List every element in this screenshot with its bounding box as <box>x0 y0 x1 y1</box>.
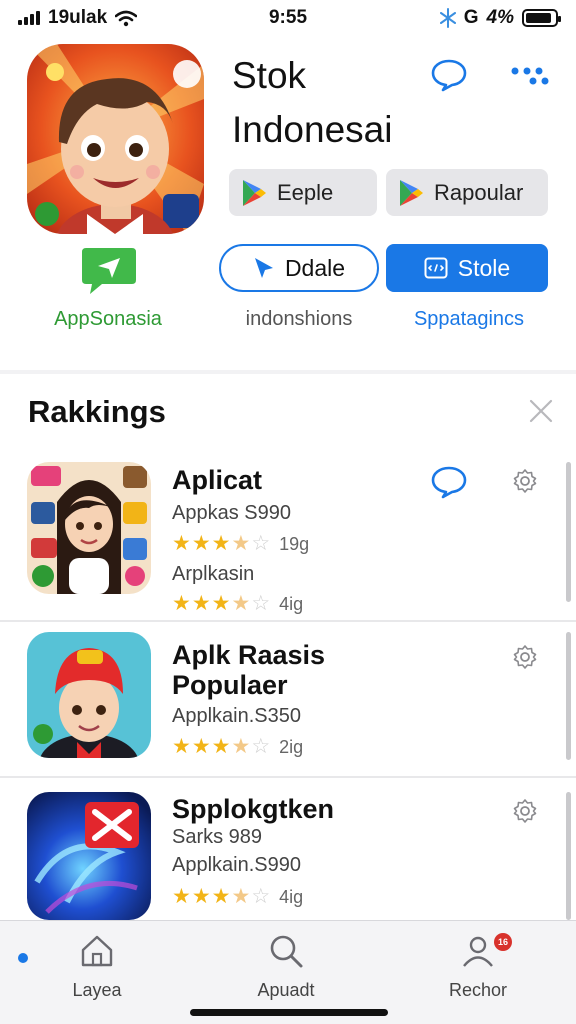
list-item[interactable]: Aplicat Appkas S990 ★ ★ ★ ★ ☆ 19g Arplka… <box>0 462 576 618</box>
app-thumbnail[interactable] <box>27 792 151 920</box>
star-icon: ★ <box>191 532 211 555</box>
battery-percent: 4% <box>486 7 514 28</box>
star-icon: ★ <box>172 532 191 555</box>
star-rating: ★ ★ ★ ★ ☆ 2ig <box>172 736 303 758</box>
app-meta-secondary: Applkain.S990 <box>172 854 301 876</box>
star-rating: ★ ★ ★ ★ ☆ 4ig <box>172 886 303 908</box>
star-icon: ★ <box>172 885 191 908</box>
gear-icon[interactable] <box>512 644 538 670</box>
store-button-label: Eeple <box>277 179 334 205</box>
rankings-panel: Rakkings Aplicat Appkas S990 ★ ★ ★ ★ ☆ 1… <box>0 374 576 920</box>
person-icon <box>463 936 493 967</box>
star-icon: ★ <box>211 885 231 908</box>
gear-icon[interactable] <box>512 468 538 494</box>
play-store-icon <box>400 179 423 206</box>
store-button-rapoular[interactable]: Rapoular <box>386 169 548 216</box>
close-icon[interactable] <box>528 398 554 424</box>
notification-badge: 16 <box>494 933 512 951</box>
chat-bubble-icon[interactable] <box>431 465 467 499</box>
app-name[interactable]: Aplk Raasis <box>172 640 325 670</box>
rating-count: 4ig <box>279 593 304 614</box>
cursor-arrow-icon <box>254 258 273 278</box>
star-icon: ★ <box>191 735 211 758</box>
stole-button-label: Stole <box>457 254 511 281</box>
home-indicator[interactable] <box>190 1009 388 1016</box>
tab-label: Apuadt <box>257 980 315 1000</box>
tab-search[interactable]: Apuadt <box>226 933 346 1001</box>
battery-fill <box>526 13 552 23</box>
ddale-button[interactable]: Ddale <box>219 244 379 292</box>
star-icon: ★ <box>211 532 231 555</box>
tab-home[interactable]: Layea <box>37 933 157 1001</box>
star-icon: ★ <box>231 885 251 908</box>
bluetooth-icon <box>439 8 456 28</box>
app-meta: Appkas S990 <box>172 502 291 524</box>
star-icon: ★ <box>231 592 251 615</box>
search-icon <box>270 935 303 968</box>
app-title-line1: Stok <box>232 55 307 96</box>
app-name[interactable]: Spplokgtken <box>172 794 334 824</box>
app-header-card: Stok Indonesai Eeple Rapoular Ddale Stol… <box>0 36 576 370</box>
app-icon[interactable] <box>27 44 204 234</box>
messages-app-label: AppSonasia <box>54 308 162 330</box>
store-button-eeple[interactable]: Eeple <box>229 169 377 216</box>
rating-count: 2ig <box>279 736 304 757</box>
app-meta: Applkain.S350 <box>172 705 301 727</box>
divider <box>0 620 576 622</box>
star-icon: ★ <box>211 592 231 615</box>
scrollbar[interactable] <box>566 792 571 920</box>
star-icon: ★ <box>231 735 251 758</box>
ddale-sub-label: indonshions <box>245 308 353 330</box>
scrollbar[interactable] <box>566 462 571 602</box>
tab-label: Rechor <box>448 980 508 1000</box>
active-tab-indicator <box>18 953 28 963</box>
store-button-label: Rapoular <box>434 179 524 205</box>
gear-icon[interactable] <box>512 798 538 824</box>
stole-sub-label: Sppatagincs <box>413 308 525 330</box>
messages-app-icon[interactable] <box>80 246 138 296</box>
star-icon: ★ <box>191 885 211 908</box>
rating-count: 4ig <box>279 886 304 907</box>
list-item[interactable]: Spplokgtken Sarks 989 Applkain.S990 ★ ★ … <box>0 792 576 920</box>
app-thumbnail[interactable] <box>27 462 151 594</box>
star-rating-secondary: ★ ★ ★ ★ ☆ 4ig <box>172 593 303 615</box>
more-dots-icon[interactable] <box>508 64 552 86</box>
star-icon: ☆ <box>251 885 271 908</box>
app-meta-secondary: Arplkasin <box>172 563 255 585</box>
scrollbar[interactable] <box>566 632 571 760</box>
rating-count: 19g <box>279 533 310 554</box>
battery-icon <box>522 9 561 27</box>
app-meta: Sarks 989 <box>172 826 263 848</box>
app-name[interactable]: Aplicat <box>172 465 262 495</box>
star-icon: ★ <box>231 532 251 555</box>
star-icon: ☆ <box>251 735 271 758</box>
network-label: G <box>463 7 479 28</box>
app-name-line2[interactable]: Populaer <box>172 670 288 700</box>
list-item[interactable]: Aplk Raasis Populaer Applkain.S350 ★ ★ ★… <box>0 632 576 762</box>
status-bar: 19ulak 9:55 G 4% <box>0 0 576 36</box>
code-box-icon <box>424 257 448 279</box>
rankings-title: Rakkings <box>28 394 166 429</box>
app-title-line2: Indonesai <box>232 109 393 150</box>
ddale-button-label: Ddale <box>284 254 346 281</box>
star-icon: ★ <box>172 735 191 758</box>
divider <box>0 776 576 778</box>
chat-bubble-icon[interactable] <box>430 56 468 94</box>
tab-profile[interactable]: Rechor <box>418 933 538 1001</box>
play-store-icon <box>243 179 266 206</box>
signal-icon <box>18 11 40 25</box>
star-icon: ★ <box>211 735 231 758</box>
carrier-label: 19ulak <box>48 7 108 28</box>
app-thumbnail[interactable] <box>27 632 151 758</box>
star-icon: ☆ <box>251 592 271 615</box>
home-icon <box>81 935 113 967</box>
star-icon: ★ <box>191 592 211 615</box>
star-rating: ★ ★ ★ ★ ☆ 19g <box>172 533 309 555</box>
star-icon: ☆ <box>251 532 271 555</box>
tab-label: Layea <box>72 980 122 1000</box>
star-icon: ★ <box>172 592 191 615</box>
stole-button[interactable]: Stole <box>386 244 548 292</box>
wifi-icon <box>115 10 138 26</box>
